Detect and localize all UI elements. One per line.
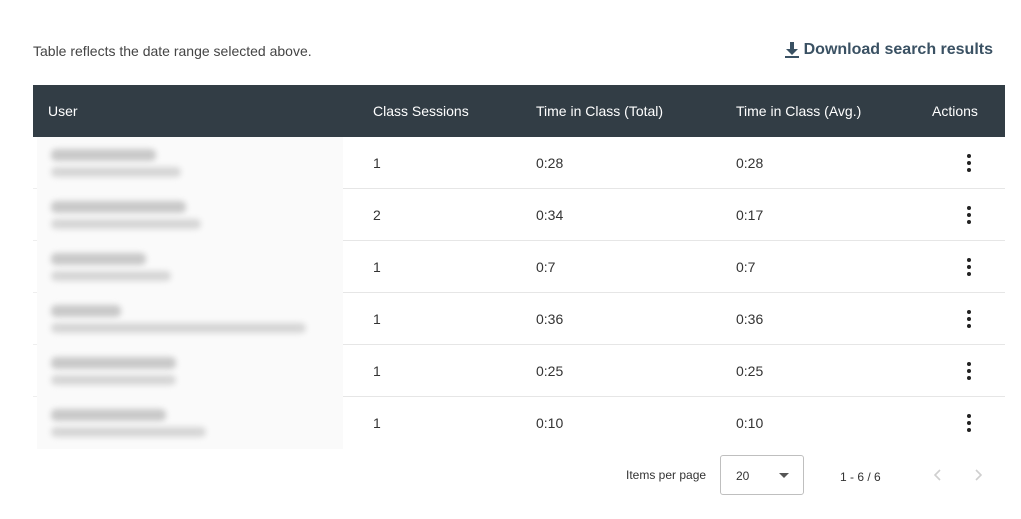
user-sessions-table: User Class Sessions Time in Class (Total…: [33, 85, 1005, 449]
download-label: Download search results: [803, 41, 993, 58]
time-avg-cell: 0:36: [736, 311, 764, 327]
column-header-class-sessions[interactable]: Class Sessions: [373, 103, 536, 119]
table-row: 1 0:28 0:28: [33, 137, 1005, 189]
redacted-user: [37, 189, 343, 241]
class-sessions-cell: 1: [373, 155, 381, 171]
class-sessions-cell: 1: [373, 259, 381, 275]
column-header-time-total[interactable]: Time in Class (Total): [536, 103, 736, 119]
class-sessions-cell: 1: [373, 415, 381, 431]
time-total-cell: 0:34: [536, 207, 564, 223]
time-total-cell: 0:10: [536, 415, 564, 431]
time-avg-cell: 0:25: [736, 363, 764, 379]
more-vertical-icon[interactable]: [957, 203, 981, 227]
time-avg-cell: 0:7: [736, 259, 756, 275]
download-icon: [784, 42, 799, 58]
user-cell: [33, 189, 373, 241]
page-range: 1 - 6 / 6: [840, 470, 881, 484]
user-cell: [33, 397, 373, 449]
chevron-left-icon[interactable]: [930, 467, 946, 483]
column-header-actions: Actions: [932, 103, 978, 119]
more-vertical-icon[interactable]: [957, 411, 981, 435]
redacted-user: [37, 137, 343, 189]
more-vertical-icon[interactable]: [957, 151, 981, 175]
class-sessions-cell: 1: [373, 311, 381, 327]
class-sessions-cell: 1: [373, 363, 381, 379]
redacted-user: [37, 293, 343, 345]
date-range-note: Table reflects the date range selected a…: [33, 43, 312, 59]
user-cell: [33, 345, 373, 397]
table-row: 1 0:25 0:25: [33, 345, 1005, 397]
table-row: 1 0:36 0:36: [33, 293, 1005, 345]
table-row: 1 0:7 0:7: [33, 241, 1005, 293]
time-total-cell: 0:36: [536, 311, 564, 327]
items-per-page-select[interactable]: 20: [720, 455, 804, 495]
table-row: 1 0:10 0:10: [33, 397, 1005, 449]
caret-down-icon: [779, 473, 789, 478]
table-header: User Class Sessions Time in Class (Total…: [33, 85, 1005, 137]
redacted-user: [37, 397, 343, 449]
chevron-right-icon[interactable]: [970, 467, 986, 483]
more-vertical-icon[interactable]: [957, 255, 981, 279]
user-cell: [33, 293, 373, 345]
table-row: 2 0:34 0:17: [33, 189, 1005, 241]
class-sessions-cell: 2: [373, 207, 381, 223]
redacted-user: [37, 345, 343, 397]
time-total-cell: 0:28: [536, 155, 564, 171]
items-per-page-label: Items per page: [626, 468, 707, 482]
time-total-cell: 0:7: [536, 259, 556, 275]
items-per-page-value: 20: [736, 469, 750, 483]
column-header-time-avg[interactable]: Time in Class (Avg.): [736, 103, 932, 119]
user-cell: [33, 137, 373, 189]
table-toolbar: Table reflects the date range selected a…: [33, 38, 993, 68]
more-vertical-icon[interactable]: [957, 307, 981, 331]
user-cell: [33, 241, 373, 293]
time-avg-cell: 0:28: [736, 155, 764, 171]
time-total-cell: 0:25: [536, 363, 564, 379]
download-search-results-button[interactable]: Download search results: [784, 41, 993, 59]
time-avg-cell: 0:17: [736, 207, 764, 223]
more-vertical-icon[interactable]: [957, 359, 981, 383]
time-avg-cell: 0:10: [736, 415, 764, 431]
redacted-user: [37, 241, 343, 293]
column-header-user[interactable]: User: [33, 85, 373, 137]
pagination: Items per page 20 1 - 6 / 6: [600, 455, 1010, 495]
